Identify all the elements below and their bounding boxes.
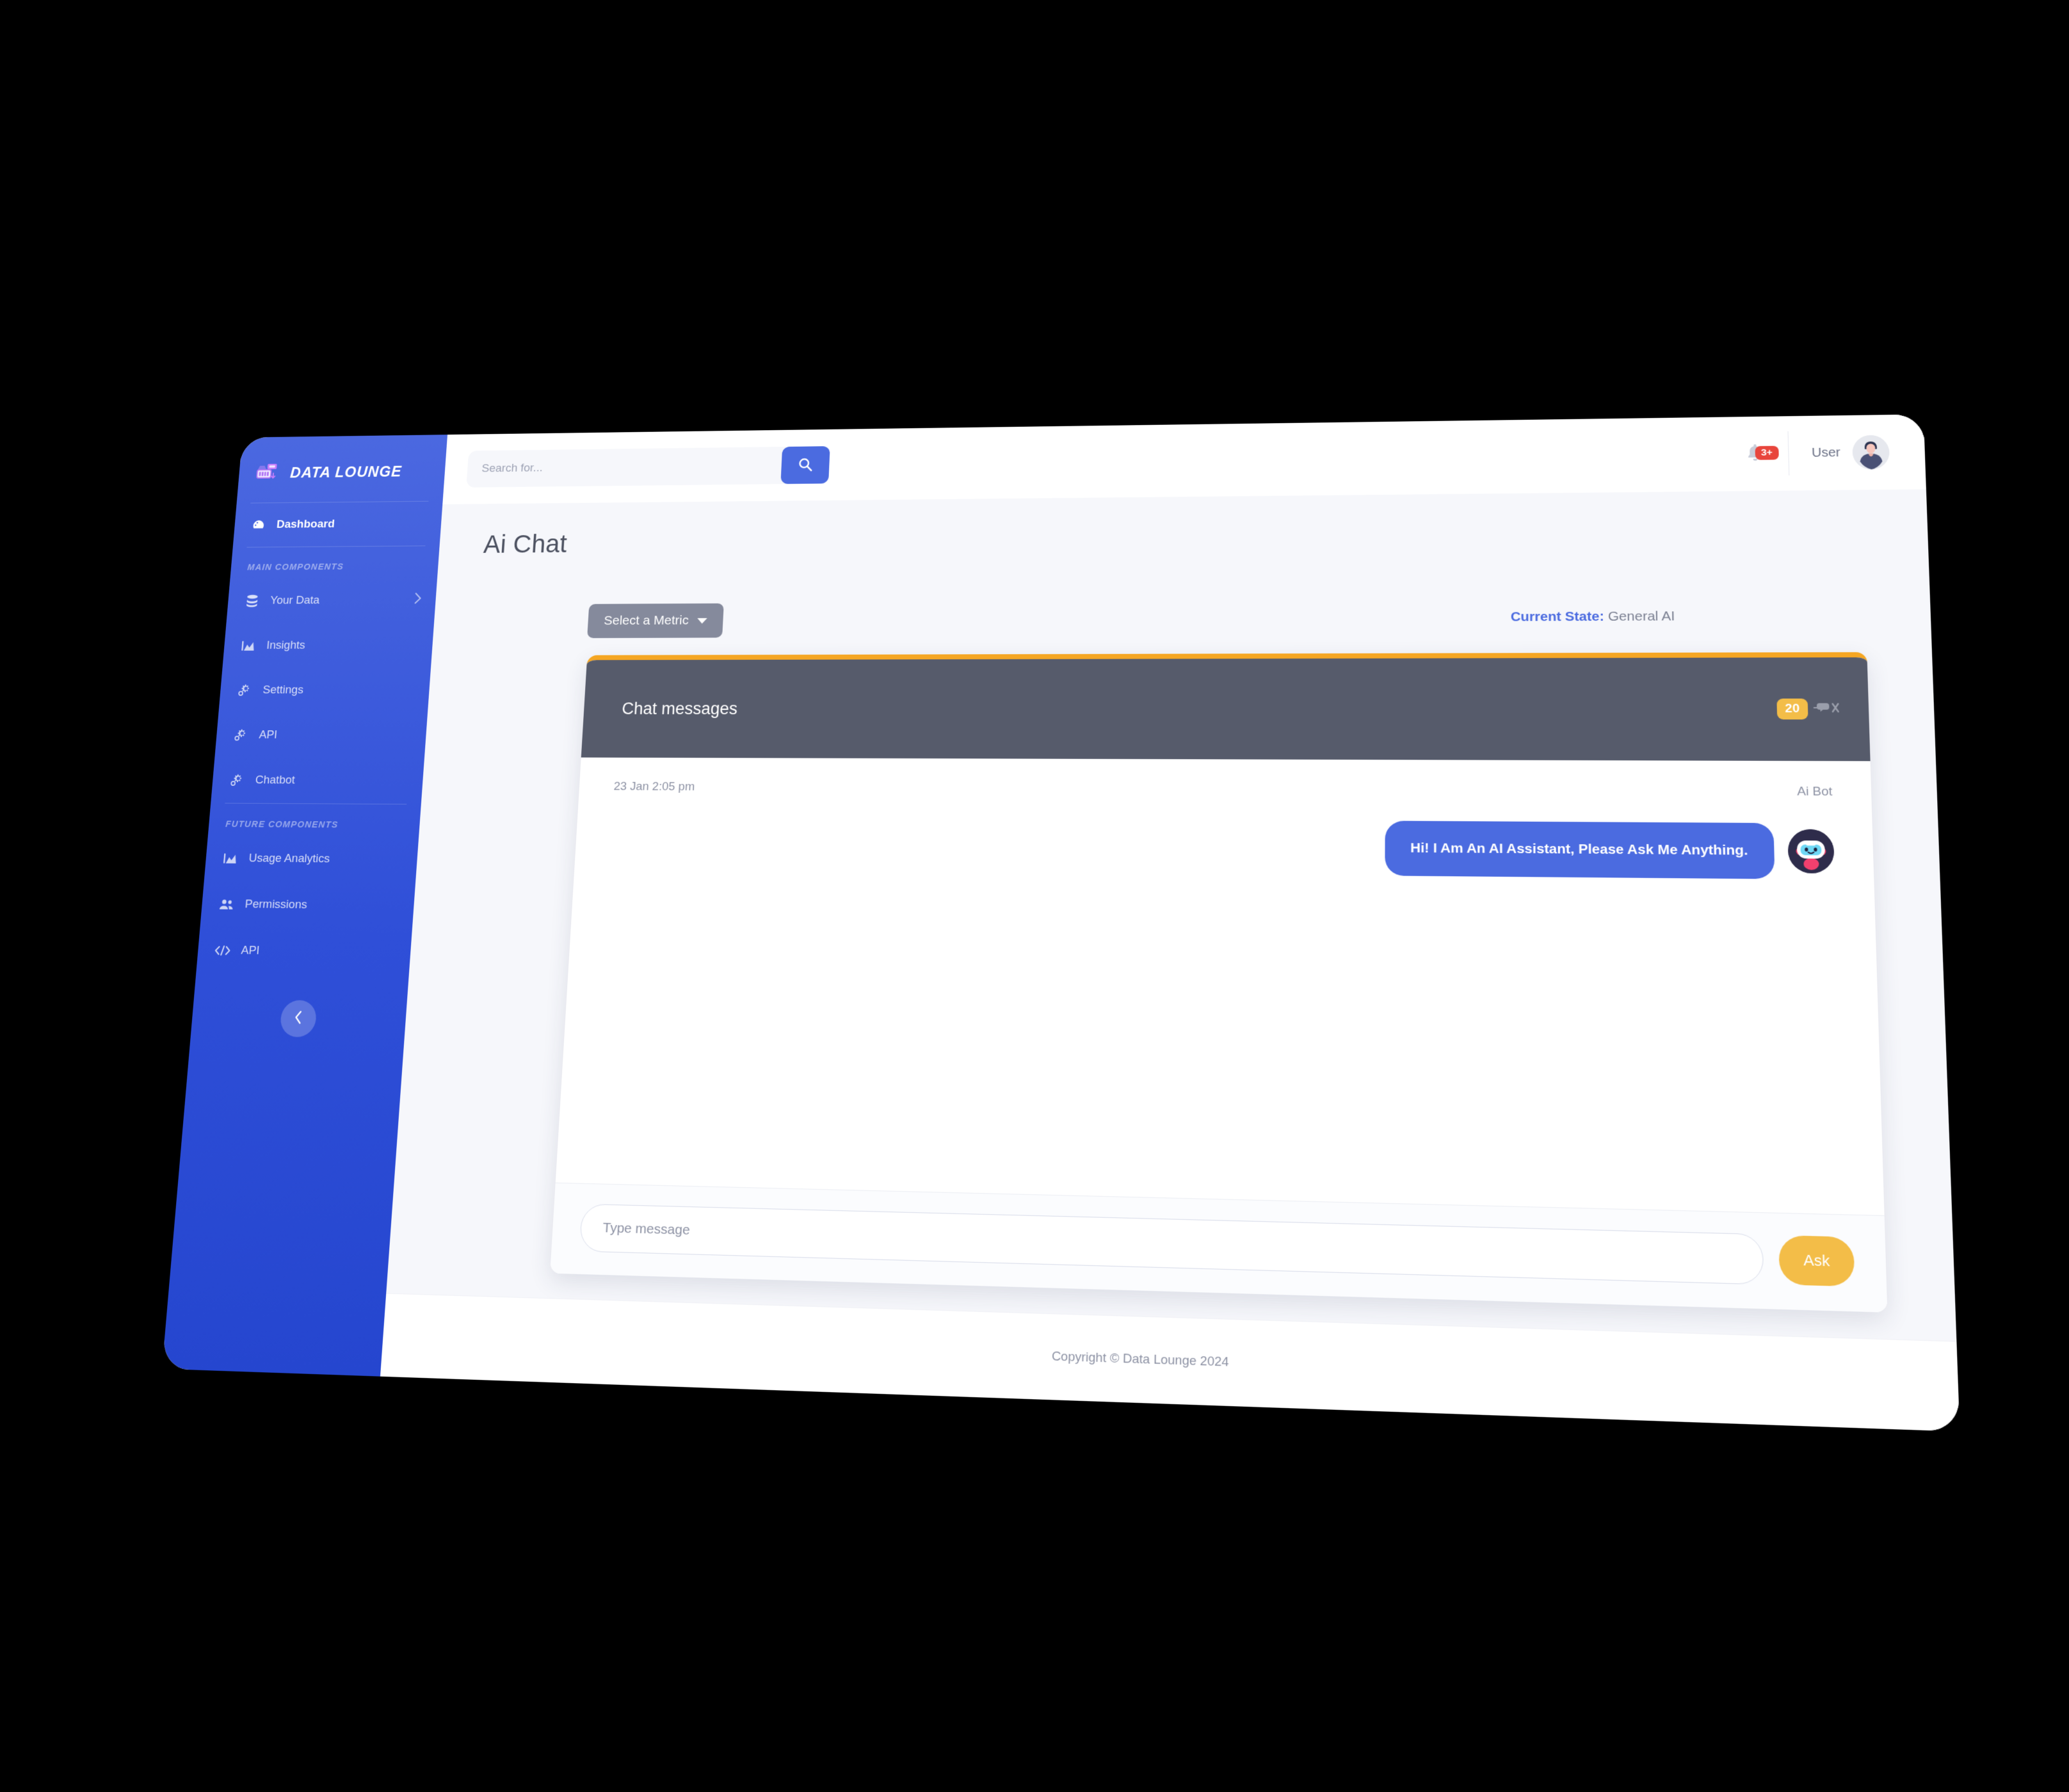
message-timestamp: 23 Jan 2:05 pm	[613, 780, 695, 794]
search-button[interactable]	[780, 446, 830, 484]
caret-down-icon	[697, 618, 707, 623]
screenshot-stage: DATA LOUNGE Dashboard MAIN COMPONENTS Yo…	[0, 0, 2069, 1792]
message-sender: Ai Bot	[1797, 785, 1833, 799]
user-label: User	[1812, 445, 1840, 460]
sidebar-item-insights[interactable]: Insights	[222, 623, 434, 668]
current-state-value: General AI	[1608, 609, 1675, 623]
chat-input-row: Ask	[550, 1183, 1887, 1313]
sidebar-item-api-future[interactable]: API	[196, 927, 412, 977]
gears-icon	[236, 683, 253, 698]
notifications-button[interactable]: 3+	[1722, 442, 1789, 466]
chat-header-actions: 20	[1776, 699, 1841, 720]
topbar: 3+ User	[442, 414, 1926, 504]
sidebar-item-label: Your Data	[270, 594, 320, 607]
chevron-right-icon	[414, 592, 422, 607]
current-state-label: Current State:	[1511, 609, 1604, 625]
sidebar-item-your-data[interactable]: Your Data	[226, 577, 437, 624]
sidebar-item-label: API	[259, 728, 278, 742]
sidebar-item-chatbot[interactable]: Chatbot	[211, 758, 424, 804]
speedometer-icon	[250, 518, 266, 532]
sidebar-collapse-area	[191, 973, 409, 1039]
code-icon	[214, 943, 231, 958]
search-icon	[797, 456, 814, 474]
page-title: Ai Chat	[483, 518, 1887, 559]
gears-icon	[229, 773, 245, 788]
area-chart-icon	[240, 639, 257, 653]
select-metric-label: Select a Metric	[604, 613, 689, 628]
sidebar-item-dashboard[interactable]: Dashboard	[233, 501, 443, 547]
sidebar-item-label: Dashboard	[276, 518, 335, 531]
message-row: Hi! I Am An AI Assistant, Please Ask Me …	[609, 816, 1835, 879]
chat-header-title: Chat messages	[622, 699, 738, 718]
sidebar-item-usage-analytics[interactable]: Usage Analytics	[204, 835, 419, 883]
message-bubble: Hi! I Am An AI Assistant, Please Ask Me …	[1385, 820, 1775, 879]
gears-icon	[232, 728, 249, 742]
sidebar-item-label: Settings	[262, 684, 304, 697]
search-input[interactable]	[466, 447, 786, 488]
sidebar-item-label: Chatbot	[255, 774, 295, 787]
message-meta: 23 Jan 2:05 pm Ai Bot	[613, 780, 1832, 799]
content-area: Ai Chat Select a Metric Current State: G…	[386, 489, 1956, 1341]
robot-avatar	[1787, 829, 1835, 874]
brand-title: DATA LOUNGE	[289, 463, 402, 482]
sidebar-item-label: Insights	[266, 639, 305, 652]
avatar	[1852, 435, 1890, 470]
chat-card-header: Chat messages 20	[581, 657, 1871, 761]
sidebar-item-label: Permissions	[245, 898, 308, 912]
sidebar-item-permissions[interactable]: Permissions	[200, 881, 415, 930]
chat-count-badge: 20	[1776, 699, 1808, 720]
message-input[interactable]	[579, 1204, 1764, 1285]
current-state: Current State: General AI	[1511, 609, 1675, 625]
comment-slash-icon[interactable]	[1813, 700, 1841, 719]
sidebar-heading-main: MAIN COMPONENTS	[230, 546, 439, 579]
main-area: 3+ User	[380, 414, 1960, 1432]
search-bar	[466, 446, 830, 488]
select-metric-button[interactable]: Select a Metric	[587, 604, 724, 638]
topbar-right: 3+ User	[1721, 429, 1897, 477]
copyright-text: Copyright © Data Lounge 2024	[1052, 1349, 1229, 1370]
database-icon	[244, 594, 261, 608]
sidebar-collapse-button[interactable]	[279, 1000, 317, 1037]
notification-badge: 3+	[1755, 445, 1778, 460]
sidebar-item-api-main[interactable]: API	[214, 713, 428, 758]
users-icon	[218, 897, 235, 912]
chat-card: Chat messages 20 23 Jan 2:05 pm Ai Bot H…	[550, 652, 1887, 1313]
sidebar-heading-future: FUTURE COMPONENTS	[208, 803, 421, 836]
brand[interactable]: DATA LOUNGE	[237, 438, 447, 503]
device-perspective-wrapper: DATA LOUNGE Dashboard MAIN COMPONENTS Yo…	[162, 414, 1960, 1432]
server-rack-icon	[254, 461, 282, 485]
sidebar-item-label: API	[241, 944, 260, 958]
sidebar-item-settings[interactable]: Settings	[218, 668, 431, 712]
chat-messages-body: 23 Jan 2:05 pm Ai Bot Hi! I Am An AI Ass…	[556, 758, 1885, 1215]
app-window: DATA LOUNGE Dashboard MAIN COMPONENTS Yo…	[162, 414, 1960, 1432]
metric-row: Select a Metric Current State: General A…	[469, 598, 1890, 639]
area-chart-icon	[222, 851, 239, 866]
ask-button[interactable]: Ask	[1778, 1235, 1855, 1286]
chevron-left-icon	[293, 1010, 303, 1027]
user-menu[interactable]: User	[1788, 435, 1896, 470]
bell-icon	[1744, 442, 1765, 465]
sidebar-item-label: Usage Analytics	[248, 852, 330, 866]
